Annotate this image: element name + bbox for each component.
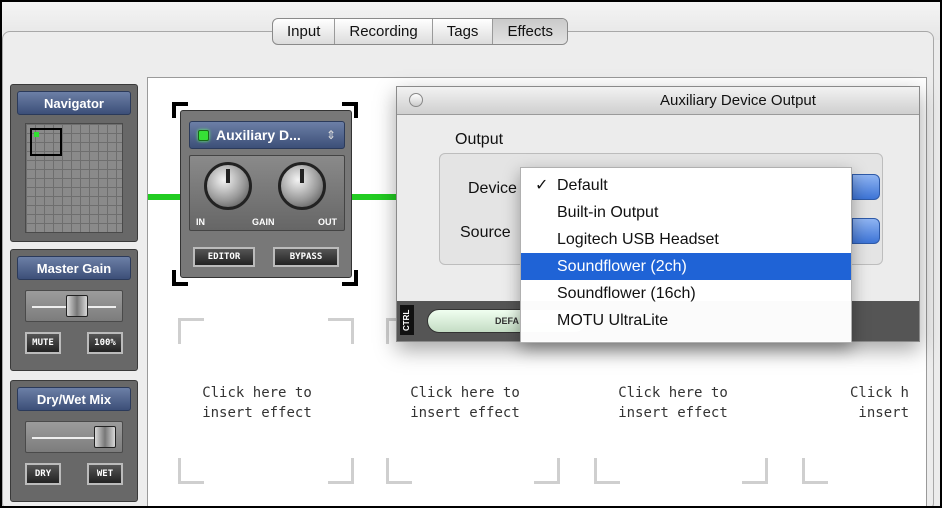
- device-popup-button[interactable]: [852, 174, 880, 200]
- master-gain-title: Master Gain: [17, 256, 131, 280]
- out-gain-knob[interactable]: [278, 162, 326, 210]
- plugin-status-led: [198, 130, 209, 141]
- tab-tags[interactable]: Tags: [433, 19, 494, 44]
- master-gain-buttons: MUTE 100%: [25, 332, 123, 354]
- menu-item-label: Built-in Output: [557, 204, 659, 221]
- source-label: Source: [460, 224, 511, 241]
- signal-wire: [148, 194, 182, 200]
- dry-wet-slider[interactable]: [25, 421, 123, 453]
- dry-button[interactable]: DRY: [25, 463, 61, 485]
- wet-button[interactable]: WET: [87, 463, 123, 485]
- gain-label: GAIN: [252, 217, 275, 227]
- plugin-menu-arrows-icon[interactable]: ⇕: [326, 122, 336, 148]
- navigator-viewport[interactable]: [30, 128, 62, 156]
- menu-item-default[interactable]: ✓ Default: [521, 172, 851, 199]
- slot-text-line2: insert effect: [618, 405, 728, 421]
- menu-item-soundflower-16ch[interactable]: Soundflower (16ch): [521, 280, 851, 307]
- slot-corner: [742, 458, 768, 484]
- menu-item-label: Logitech USB Headset: [557, 231, 719, 248]
- bypass-button[interactable]: BYPASS: [273, 247, 339, 267]
- master-gain-thumb[interactable]: [66, 295, 88, 317]
- device-dropdown-menu: ✓ Default Built-in Output Logitech USB H…: [520, 167, 852, 343]
- menu-item-logitech-usb-headset[interactable]: Logitech USB Headset: [521, 226, 851, 253]
- slot-text-line1: Click here to: [202, 385, 312, 401]
- slot-text-line2: insert: [858, 405, 909, 421]
- slot-corner: [178, 458, 204, 484]
- dry-wet-buttons: DRY WET: [25, 463, 123, 485]
- slot-text-line2: insert effect: [410, 405, 520, 421]
- signal-wire: [352, 194, 398, 200]
- slot-corner: [386, 458, 412, 484]
- tab-input[interactable]: Input: [273, 19, 336, 44]
- dialog-titlebar[interactable]: Auxiliary Device Output: [397, 87, 919, 115]
- empty-effect-slot[interactable]: Click here to insert effect: [385, 383, 545, 423]
- full-gain-button[interactable]: 100%: [87, 332, 123, 354]
- dry-wet-panel: Dry/Wet Mix DRY WET: [10, 380, 138, 502]
- plugin-name: Auxiliary D...: [216, 127, 301, 143]
- slot-corner: [328, 458, 354, 484]
- master-gain-slider[interactable]: [25, 290, 123, 322]
- slot-corner: [802, 458, 828, 484]
- editor-button[interactable]: EDITOR: [193, 247, 255, 267]
- plugin-knob-area: IN GAIN OUT: [189, 155, 345, 231]
- menu-item-label: MOTU UltraLite: [557, 312, 669, 329]
- tab-recording[interactable]: Recording: [335, 19, 433, 44]
- in-gain-knob[interactable]: [204, 162, 252, 210]
- navigator-marker: [34, 132, 39, 137]
- in-label: IN: [196, 217, 205, 227]
- menu-item-label: Soundflower (16ch): [557, 285, 696, 302]
- slot-corner: [594, 458, 620, 484]
- dry-wet-thumb[interactable]: [94, 426, 116, 448]
- mute-button[interactable]: MUTE: [25, 332, 61, 354]
- dry-wet-title: Dry/Wet Mix: [17, 387, 131, 411]
- menu-item-label: Soundflower (2ch): [557, 258, 687, 275]
- empty-effect-slot[interactable]: Click h insert: [801, 383, 921, 423]
- plugin-header[interactable]: Auxiliary D... ⇕: [189, 121, 345, 149]
- slot-text-line2: insert effect: [202, 405, 312, 421]
- auxiliary-device-plugin[interactable]: Auxiliary D... ⇕ IN GAIN OUT EDITOR BYPA…: [180, 110, 352, 278]
- navigator-panel: Navigator: [10, 84, 138, 242]
- menu-item-soundflower-2ch[interactable]: Soundflower (2ch): [521, 253, 851, 280]
- navigator-title: Navigator: [17, 91, 131, 115]
- source-popup-button[interactable]: [852, 218, 880, 244]
- menu-item-motu-ultralite[interactable]: MOTU UltraLite: [521, 307, 851, 334]
- dialog-title: Auxiliary Device Output: [660, 92, 816, 109]
- slot-corner: [178, 318, 204, 344]
- slot-text-line1: Click here to: [410, 385, 520, 401]
- master-gain-panel: Master Gain MUTE 100%: [10, 249, 138, 371]
- slot-text-line1: Click here to: [618, 385, 728, 401]
- output-group-label: Output: [455, 131, 504, 148]
- navigator-map[interactable]: [25, 123, 123, 233]
- slot-corner: [328, 318, 354, 344]
- device-label: Device: [468, 180, 517, 197]
- menu-item-built-in-output[interactable]: Built-in Output: [521, 199, 851, 226]
- empty-effect-slot[interactable]: Click here to insert effect: [177, 383, 337, 423]
- window: Input Recording Tags Effects Navigator M…: [0, 0, 942, 508]
- slot-text-line1: Click h: [849, 385, 909, 401]
- slot-corner: [534, 458, 560, 484]
- out-label: OUT: [318, 217, 337, 227]
- empty-effect-slot[interactable]: Click here to insert effect: [593, 383, 753, 423]
- tab-effects[interactable]: Effects: [493, 19, 568, 44]
- ctrl-label: CTRL: [400, 305, 414, 335]
- tab-bar: Input Recording Tags Effects: [272, 18, 569, 45]
- menu-item-label: Default: [557, 177, 608, 194]
- checkmark-icon: ✓: [535, 177, 549, 194]
